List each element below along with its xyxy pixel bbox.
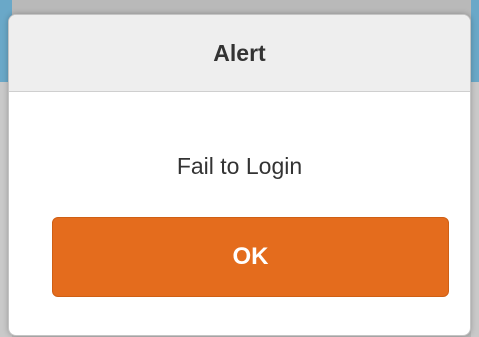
alert-header: Alert [9, 15, 470, 92]
ok-button-label: OK [232, 243, 269, 270]
background-right-strip [471, 0, 479, 337]
alert-title: Alert [213, 39, 266, 66]
alert-message: Fail to Login [176, 153, 303, 179]
alert-dialog: Alert Fail to Login OK [8, 14, 471, 336]
ok-button[interactable]: OK [52, 217, 449, 297]
